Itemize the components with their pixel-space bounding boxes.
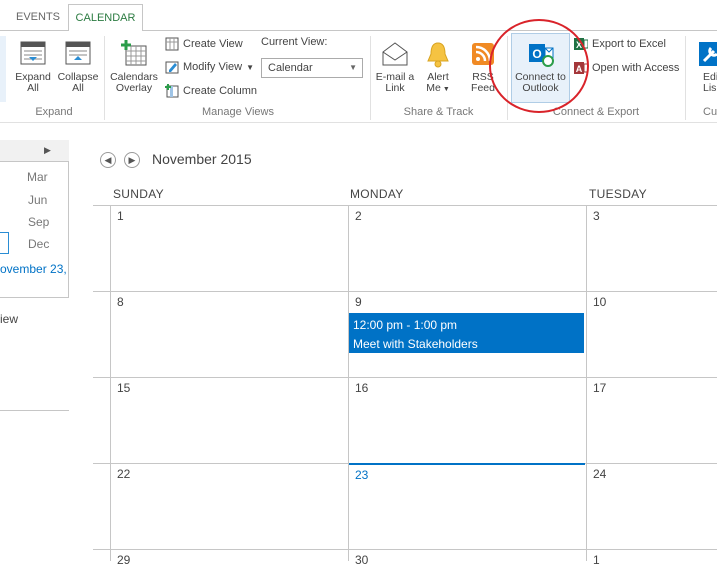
- grid-line: [93, 377, 717, 378]
- current-view-select[interactable]: Calendar ▼: [261, 58, 363, 78]
- month-jun[interactable]: Jun: [28, 193, 47, 207]
- next-month-button[interactable]: ▶: [124, 152, 140, 168]
- day-cell-number[interactable]: 3: [593, 209, 600, 223]
- create-column-label: Create Column: [183, 85, 257, 97]
- calendars-overlay-button[interactable]: Calendars Overlay: [109, 40, 159, 94]
- modify-view-button[interactable]: Modify View ▼: [165, 58, 254, 76]
- grid-line: [93, 205, 717, 206]
- day-cell-number[interactable]: 2: [355, 209, 362, 223]
- email-link-label-2: Link: [385, 82, 405, 94]
- month-sep[interactable]: Sep: [28, 215, 49, 229]
- next-year-icon[interactable]: ▶: [44, 145, 51, 156]
- day-cell-number[interactable]: 8: [117, 295, 124, 309]
- edit-list-icon: [697, 40, 717, 68]
- day-cell-number[interactable]: 10: [593, 295, 606, 309]
- open-with-access-label: Open with Access: [592, 62, 680, 74]
- day-cell-number[interactable]: 16: [355, 381, 368, 395]
- current-view-label: Current View:: [261, 36, 328, 48]
- day-cell-number[interactable]: 29: [117, 553, 130, 567]
- group-label-share-track: Share & Track: [403, 106, 474, 118]
- expand-all-label-2: All: [27, 82, 39, 94]
- edit-list-label-2: Lis: [703, 82, 717, 94]
- export-to-excel-label: Export to Excel: [592, 38, 666, 50]
- group-separator: [104, 36, 105, 120]
- alert-me-label-2: Me ▼: [426, 82, 450, 94]
- back-arrow-icon: ◀: [104, 155, 112, 165]
- grid-line: [93, 549, 717, 550]
- chevron-down-icon: ▼: [442, 86, 450, 93]
- calendar-title: November 2015: [152, 151, 252, 167]
- group-separator: [685, 36, 686, 120]
- tab-calendar[interactable]: CALENDAR: [68, 4, 143, 31]
- grid-line: [586, 205, 587, 561]
- day-header-sunday: SUNDAY: [113, 187, 164, 201]
- grid-line: [110, 205, 111, 561]
- today-link[interactable]: ovember 23,: [0, 262, 67, 276]
- calendars-overlay-label-2: Overlay: [115, 82, 153, 94]
- edit-list-button[interactable]: Edi Lis: [693, 40, 717, 94]
- grid-line: [348, 205, 349, 561]
- dropdown-arrow-icon: ▼: [349, 63, 357, 72]
- view-link-fragment[interactable]: iew: [0, 312, 18, 326]
- alert-me-button[interactable]: Alert Me ▼: [420, 40, 456, 95]
- email-icon: [381, 40, 409, 68]
- day-cell-number[interactable]: 17: [593, 381, 606, 395]
- annotation-circle: [489, 19, 589, 113]
- day-cell-number[interactable]: 1: [117, 209, 124, 223]
- grid-line: [93, 291, 717, 292]
- month-dec[interactable]: Dec: [28, 237, 49, 251]
- expand-all-icon: [19, 40, 47, 68]
- day-cell-number[interactable]: 15: [117, 381, 130, 395]
- collapse-all-icon: [64, 40, 92, 68]
- group-label-expand: Expand: [35, 106, 73, 118]
- calendars-overlay-icon: [120, 40, 148, 68]
- modify-view-label: Modify View: [183, 61, 243, 73]
- group-label-customize: Cu: [703, 106, 717, 118]
- date-picker-header: ▶: [0, 140, 69, 162]
- export-to-excel-button[interactable]: X Export to Excel: [574, 35, 666, 53]
- left-nav-divider: [0, 410, 69, 411]
- chevron-down-icon: ▼: [246, 63, 255, 72]
- forward-arrow-icon: ▶: [128, 155, 136, 165]
- ribbon-left-edge: [0, 36, 6, 102]
- modify-view-icon: [165, 60, 179, 74]
- event-time: 12:00 pm - 1:00 pm: [353, 318, 458, 332]
- bell-icon: [424, 40, 452, 68]
- tab-events[interactable]: EVENTS: [8, 4, 68, 30]
- day-header-monday: MONDAY: [350, 187, 404, 201]
- month-mar[interactable]: Mar: [27, 170, 48, 184]
- email-link-button[interactable]: E-mail a Link: [373, 40, 417, 94]
- day-cell-number-today[interactable]: 23: [355, 468, 368, 482]
- create-view-label: Create View: [183, 38, 243, 50]
- create-column-button[interactable]: Create Column: [165, 82, 257, 100]
- selected-month-indicator: [0, 232, 9, 254]
- day-cell-number[interactable]: 22: [117, 467, 130, 481]
- create-view-icon: [165, 37, 179, 51]
- day-cell-number[interactable]: 30: [355, 553, 368, 567]
- day-cell-number[interactable]: 24: [593, 467, 606, 481]
- expand-all-button[interactable]: Expand All: [13, 40, 53, 94]
- create-view-button[interactable]: Create View: [165, 35, 243, 53]
- day-cell-number[interactable]: 9: [355, 295, 362, 309]
- event-title: Meet with Stakeholders: [353, 337, 478, 351]
- calendar-event[interactable]: 12:00 pm - 1:00 pm Meet with Stakeholder…: [349, 313, 584, 353]
- current-view-value: Calendar: [268, 62, 313, 74]
- create-column-icon: [165, 84, 179, 98]
- previous-month-button[interactable]: ◀: [100, 152, 116, 168]
- day-cell-number[interactable]: 1: [593, 553, 600, 567]
- collapse-all-button[interactable]: Expand Collapse All: [57, 40, 99, 94]
- day-header-tuesday: TUESDAY: [589, 187, 647, 201]
- group-label-manage-views: Manage Views: [202, 106, 274, 118]
- collapse-all-label-2: All: [72, 82, 84, 94]
- open-with-access-button[interactable]: A Open with Access: [574, 59, 679, 77]
- today-indicator: [349, 463, 585, 465]
